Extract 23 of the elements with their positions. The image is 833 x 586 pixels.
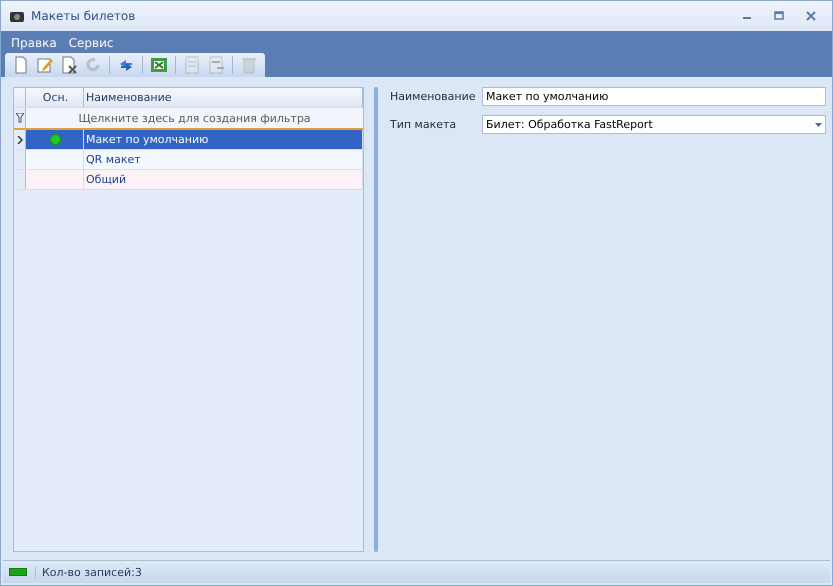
excel-icon[interactable] <box>149 55 169 75</box>
field-label: Наименование <box>390 90 476 103</box>
battery-icon <box>9 568 27 576</box>
filter-icon <box>16 113 24 123</box>
menu-item[interactable]: Правка <box>11 36 57 50</box>
maximize-icon[interactable] <box>774 11 784 21</box>
column-header[interactable]: Наименование <box>84 88 363 107</box>
table-cell: Общий <box>84 170 363 189</box>
close-icon[interactable] <box>806 11 816 21</box>
table-row[interactable]: Общий <box>14 170 363 190</box>
record-count: Кол-во записей:3 <box>35 566 824 578</box>
row-pointer-icon <box>16 136 22 144</box>
dropdown-icon <box>815 122 822 126</box>
menu-item[interactable]: Сервис <box>68 36 114 50</box>
table-row[interactable]: QR макет <box>14 150 363 170</box>
table-row[interactable]: Макет по умолчанию <box>14 130 363 150</box>
dropdown-field[interactable]: Билет: Обработка FastReport <box>482 115 826 134</box>
table-cell: Макет по умолчанию <box>84 130 363 149</box>
field-label: Тип макета <box>390 118 458 131</box>
window-title: Макеты билетов <box>31 9 136 23</box>
column-header[interactable]: Осн. <box>26 88 84 107</box>
input-field[interactable]: Макет по умолчанию <box>482 87 826 106</box>
table-cell: QR макет <box>84 150 363 169</box>
